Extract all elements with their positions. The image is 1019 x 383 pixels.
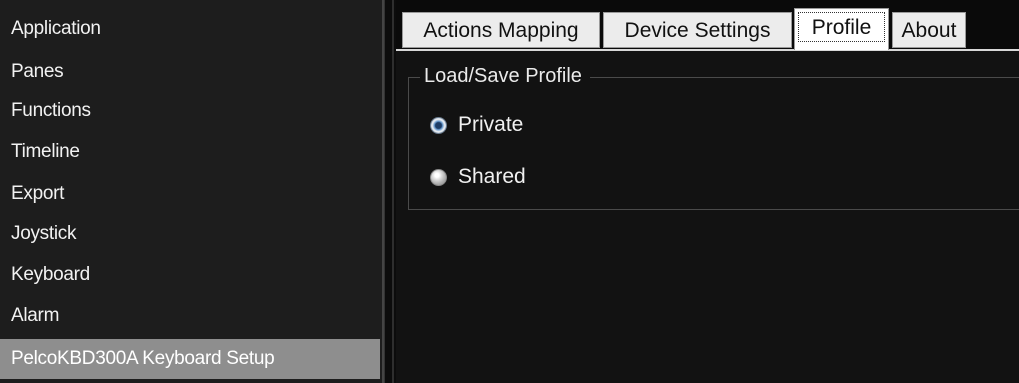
private-radio-label[interactable]: Private — [458, 110, 523, 140]
sidebar-item-alarm[interactable]: Alarm — [0, 298, 380, 334]
sidebar-item-functions[interactable]: Functions — [0, 93, 380, 129]
sidebar-item-keyboard[interactable]: Keyboard — [0, 257, 380, 293]
tab-about[interactable]: About — [892, 12, 966, 48]
sidebar-item-joystick[interactable]: Joystick — [0, 216, 380, 252]
splitter-line — [392, 0, 394, 383]
radio-unchecked-icon[interactable] — [430, 168, 447, 186]
settings-sidebar: Application Panes Functions Timeline Exp… — [0, 0, 384, 383]
shared-radio-label[interactable]: Shared — [458, 162, 526, 192]
tab-profile[interactable]: Profile — [794, 8, 889, 50]
keyboard-setup-window: Application Panes Functions Timeline Exp… — [0, 0, 1019, 383]
sidebar-item-application[interactable]: Application — [0, 11, 380, 47]
content-area: Actions Mapping Device Settings Profile … — [396, 0, 1019, 383]
sidebar-item-panes[interactable]: Panes — [0, 54, 380, 90]
profile-panel: Load/Save Profile Private Shared — [396, 51, 1019, 383]
tab-strip: Actions Mapping Device Settings Profile … — [396, 0, 1019, 52]
tab-device-settings[interactable]: Device Settings — [603, 12, 792, 48]
sidebar-item-pelcokbd300a-keyboard-setup[interactable]: PelcoKBD300A Keyboard Setup — [0, 339, 380, 379]
shared-option[interactable]: Shared — [430, 162, 526, 192]
group-title: Load/Save Profile — [420, 63, 590, 89]
focus-rectangle — [798, 12, 885, 42]
sidebar-item-timeline[interactable]: Timeline — [0, 134, 380, 170]
radio-checked-icon[interactable] — [430, 116, 447, 134]
sidebar-item-export[interactable]: Export — [0, 176, 380, 212]
pane-splitter[interactable] — [384, 0, 396, 383]
tab-actions-mapping[interactable]: Actions Mapping — [402, 12, 600, 48]
private-option[interactable]: Private — [430, 110, 523, 140]
